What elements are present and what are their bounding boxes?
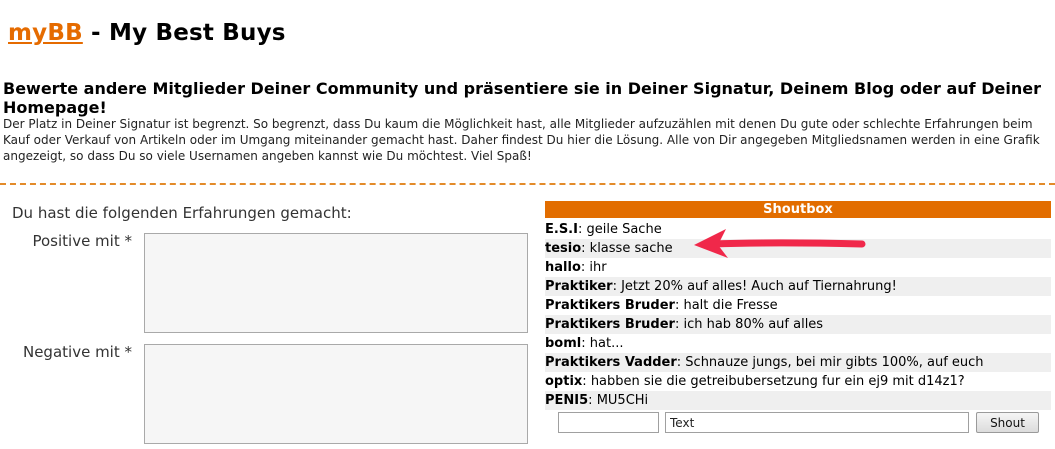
shoutbox-title: Shoutbox bbox=[545, 201, 1051, 218]
shoutbox-name-input[interactable] bbox=[558, 412, 659, 433]
message-user: PENI5 bbox=[545, 393, 589, 408]
message-user: Praktikers Vadder bbox=[545, 355, 677, 370]
message-text: Jetzt 20% auf alles! Auch auf Tiernahrun… bbox=[621, 279, 897, 294]
message-user: Praktikers Bruder bbox=[545, 298, 675, 313]
shoutbox-message: Praktiker: Jetzt 20% auf alles! Auch auf… bbox=[545, 277, 1051, 296]
intro-text: Der Platz in Deiner Signatur ist begrenz… bbox=[3, 117, 1040, 163]
message-user: Praktiker bbox=[545, 279, 613, 294]
shoutbox-messages: E.S.I: geile Sache tesio: klasse sache h… bbox=[545, 220, 1051, 410]
page-title: - My Best Buys bbox=[91, 20, 286, 46]
message-user: optix bbox=[545, 374, 583, 389]
experience-heading: Du hast die folgenden Erfahrungen gemach… bbox=[12, 204, 352, 222]
message-text: Schnauze jungs, bei mir gibts 100%, auf … bbox=[685, 355, 984, 370]
divider bbox=[0, 183, 1055, 185]
message-text: ich hab 80% auf alles bbox=[683, 317, 824, 332]
shoutbox-message: Praktikers Bruder: ich hab 80% auf alles bbox=[545, 315, 1051, 334]
shoutbox-message: Praktikers Bruder: halt die Fresse bbox=[545, 298, 778, 313]
shoutbox-message: optix: habben sie die getreibubersetzung… bbox=[545, 374, 965, 389]
message-text: MU5CHi bbox=[596, 393, 649, 408]
shoutbox-message: Praktikers Vadder: Schnauze jungs, bei m… bbox=[545, 353, 1051, 372]
shoutbox-message: PENI5: MU5CHi bbox=[545, 391, 1051, 410]
message-user: boml bbox=[545, 336, 582, 351]
message-text: ihr bbox=[589, 260, 607, 275]
negative-label: Negative mit * bbox=[22, 343, 132, 361]
message-user: E.S.I bbox=[545, 222, 578, 237]
message-user: Praktikers Bruder bbox=[545, 317, 675, 332]
message-user: tesio bbox=[545, 241, 582, 256]
intro-title: Bewerte andere Mitglieder Deiner Communi… bbox=[3, 79, 1041, 117]
message-user: hallo bbox=[545, 260, 581, 275]
message-text: habben sie die getreibubersetzung fur ei… bbox=[590, 374, 965, 389]
shoutbox-message: tesio: klasse sache bbox=[545, 239, 1051, 258]
shout-button[interactable]: Shout bbox=[976, 412, 1039, 433]
page-header: myBB - My Best Buys bbox=[8, 20, 286, 46]
message-text: hat... bbox=[589, 336, 624, 351]
shoutbox-text-input[interactable] bbox=[665, 412, 969, 433]
shoutbox: Shoutbox E.S.I: geile Sache tesio: klass… bbox=[545, 201, 1051, 433]
message-text: halt die Fresse bbox=[683, 298, 778, 313]
negative-textarea[interactable] bbox=[144, 344, 528, 444]
shoutbox-message: boml: hat... bbox=[545, 336, 624, 351]
message-text: klasse sache bbox=[589, 241, 673, 256]
shoutbox-message: hallo: ihr bbox=[545, 260, 607, 275]
positive-textarea[interactable] bbox=[144, 233, 528, 333]
shoutbox-form: Shout bbox=[558, 412, 1051, 434]
positive-label: Positive mit * bbox=[32, 232, 132, 250]
message-text: geile Sache bbox=[586, 222, 662, 237]
brand-link[interactable]: myBB bbox=[8, 20, 83, 46]
shoutbox-message: E.S.I: geile Sache bbox=[545, 222, 662, 237]
